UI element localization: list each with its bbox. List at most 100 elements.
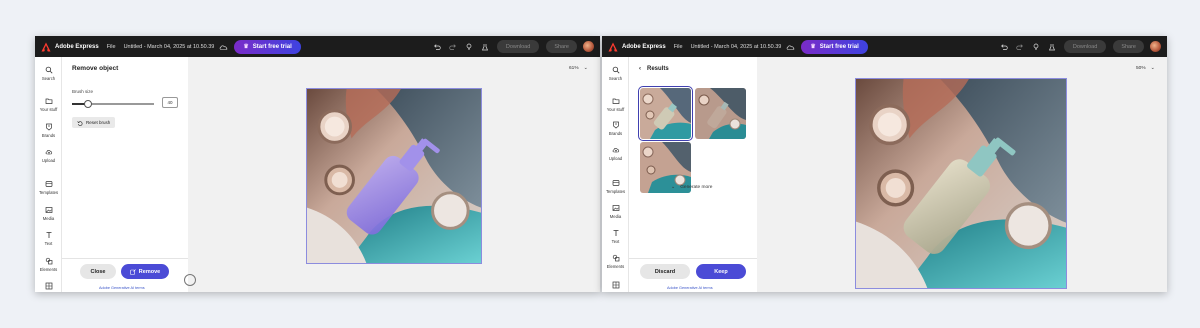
brush-cursor [184,274,196,286]
start-free-trial-label: Start free trial [252,43,292,50]
undo-icon[interactable] [433,42,442,51]
file-menu[interactable]: File [674,44,683,50]
document-title[interactable]: Untitled - March 04, 2025 at 10.50.39 [691,44,782,50]
remove-button[interactable]: Remove [121,264,169,279]
generate-more-label: Generate more [680,184,713,190]
start-free-trial-button[interactable]: ♛ Start free trial [801,39,868,54]
keep-button[interactable]: Keep [696,264,746,279]
rail-item-your-stuff[interactable]: Your stuff [35,97,62,112]
canvas-image[interactable] [855,78,1067,289]
panel-footer: Discard Keep Adobe Generative AI terms [629,258,757,292]
brand-icon [45,123,52,131]
lightbulb-icon[interactable] [1032,42,1041,51]
rail-label: Templates [605,189,626,194]
rail-item-search[interactable]: Search [35,66,62,81]
folder-icon [45,98,52,104]
rail-label: Search [41,76,56,81]
rail-item-more[interactable] [35,282,62,292]
result-thumbnail-1[interactable] [638,86,693,141]
rail-label: Media [609,214,622,219]
magic-edit-icon [129,268,136,275]
panel-footer: Close Remove Adobe Generative AI terms [62,258,188,292]
rail-item-brands[interactable]: Brands [35,123,62,138]
brush-size-input[interactable]: 40 [162,97,178,108]
flask-icon[interactable] [481,42,490,51]
folder-icon [612,98,619,104]
canvas-image[interactable] [306,88,482,264]
editor-window-results: Adobe Express File Untitled - March 04, … [602,36,1167,292]
genai-terms-link[interactable]: Adobe Generative AI terms [99,286,145,290]
download-button[interactable]: Download [496,40,540,53]
reset-brush-label: Reset brush [86,120,111,125]
avatar[interactable] [583,41,594,52]
download-button[interactable]: Download [1063,40,1107,53]
share-button[interactable]: Share [546,40,577,53]
reset-brush-button[interactable]: Reset brush [72,117,116,128]
rail-label: Text [44,241,53,246]
result-thumbnail-2[interactable] [695,88,746,139]
rail-label: Elements [606,264,625,269]
close-button[interactable]: Close [80,264,116,279]
search-icon [612,66,619,74]
zoom-level: 50% [1136,65,1146,71]
redo-icon[interactable] [449,42,458,51]
file-menu[interactable]: File [107,44,116,50]
rail-item-media[interactable]: Media [35,206,62,221]
elements-icon [45,257,52,265]
rail-label: Your stuff [39,107,58,112]
zoom-control[interactable]: 61% ⌄ [569,65,588,71]
rail-label: Brands [41,133,56,138]
rail-item-search[interactable]: Search [602,66,629,81]
generate-more-button[interactable]: ⌄ Generate more [671,184,712,190]
media-icon [612,205,619,211]
chevron-down-icon: ⌄ [583,65,588,71]
rail-label: Templates [38,190,59,195]
rail-label: Upload [41,158,56,163]
genai-terms-link[interactable]: Adobe Generative AI terms [667,286,713,290]
zoom-control[interactable]: 50% ⌄ [1136,65,1155,71]
redo-icon[interactable] [1016,42,1025,51]
remove-object-panel: Remove object Brush size 40 Reset brush … [62,57,188,292]
top-bar: Adobe Express File Untitled - March 04, … [602,36,1167,57]
upload-icon [45,150,52,155]
document-title[interactable]: Untitled - March 04, 2025 at 10.50.39 [124,44,215,50]
adobe-express-logo-icon[interactable] [608,42,618,52]
top-bar: Adobe Express File Untitled - March 04, … [35,36,600,57]
undo-icon[interactable] [1000,42,1009,51]
rail-item-templates[interactable]: Templates [602,179,629,194]
discard-button[interactable]: Discard [640,264,690,279]
rail-item-elements[interactable]: Elements [35,257,62,272]
rail-item-media[interactable]: Media [602,204,629,219]
rail-label: Media [42,216,55,221]
brush-size-slider-handle[interactable] [84,99,93,108]
chevron-left-icon: ‹ [639,66,641,72]
crown-icon: ♛ [810,44,816,50]
results-back-button[interactable]: ‹ Results [639,66,669,72]
flask-icon[interactable] [1048,42,1057,51]
cloud-sync-icon [787,45,795,50]
crown-icon: ♛ [243,44,249,50]
left-rail: Search Your stuff Brands Upload Template… [602,57,629,292]
rail-item-more[interactable] [602,281,629,291]
lightbulb-icon[interactable] [465,42,474,51]
rail-item-upload[interactable]: Upload [35,148,62,163]
app-name: Adobe Express [622,43,666,50]
adobe-express-logo-icon[interactable] [41,42,51,52]
result-image [640,88,691,139]
elements-icon [612,254,619,262]
rail-item-text[interactable]: Text [602,229,629,244]
start-free-trial-button[interactable]: ♛ Start free trial [234,39,301,54]
rail-label: Elements [39,267,58,272]
rail-item-text[interactable]: Text [35,231,62,246]
rail-item-upload[interactable]: Upload [602,146,629,161]
share-button[interactable]: Share [1113,40,1144,53]
rail-label: Your stuff [606,107,625,112]
zoom-level: 61% [569,65,579,71]
rail-item-templates[interactable]: Templates [35,180,62,195]
cloud-sync-icon [220,45,228,50]
editor-window-remove-object: Adobe Express File Untitled - March 04, … [35,36,600,292]
rail-item-your-stuff[interactable]: Your stuff [602,97,629,112]
avatar[interactable] [1150,41,1161,52]
rail-item-brands[interactable]: Brands [602,121,629,136]
rail-item-elements[interactable]: Elements [602,254,629,269]
